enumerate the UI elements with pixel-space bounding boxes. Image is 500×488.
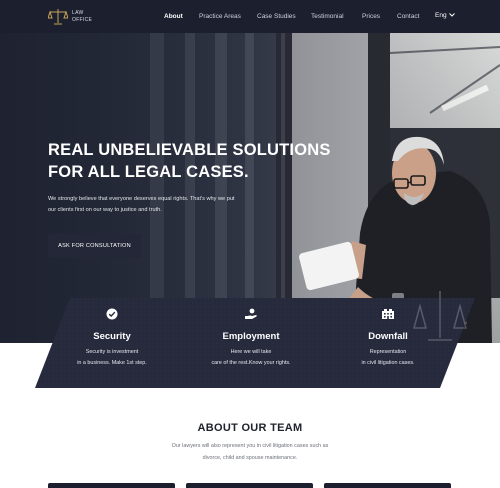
brand-line-2: OFFICE <box>72 16 93 23</box>
nav-about[interactable]: About <box>164 13 183 21</box>
feature-downfall-text-2: in civil litigation cases. <box>361 360 415 366</box>
chevron-down-icon <box>448 13 455 17</box>
nav-testimonial[interactable]: Testimonial <box>311 13 344 21</box>
feature-employment: Employment Here we will take care of the… <box>191 308 311 369</box>
feature-security-text-2: in a business. Make 1st step. <box>77 360 147 366</box>
about-team-title: ABOUT OUR TEAM <box>197 422 303 434</box>
hero-title-line-1: REAL UNBELIEVABLE SOLUTIONS <box>48 141 331 159</box>
nav-case-studies[interactable]: Case Studies <box>257 13 296 21</box>
hero-title: REAL UNBELIEVABLE SOLUTIONS FOR ALL LEGA… <box>48 139 348 183</box>
ask-for-consultation-button[interactable]: ASK FOR CONSULTATION <box>48 234 141 258</box>
feature-employment-text: Here we will take care of the rest.Know … <box>191 347 311 369</box>
feature-downfall-title: Downfall <box>368 331 408 342</box>
hero-title-line-2: FOR ALL LEGAL CASES. <box>48 163 249 181</box>
hero-photo <box>0 33 500 343</box>
feature-employment-text-1: Here we will take <box>230 349 272 355</box>
hero-section: REAL UNBELIEVABLE SOLUTIONS FOR ALL LEGA… <box>0 33 500 343</box>
nav-contact[interactable]: Contact <box>397 13 419 21</box>
feature-security-title: Security <box>93 331 131 342</box>
nav-practice-areas[interactable]: Practice Areas <box>199 13 241 21</box>
brand-logo[interactable]: LAW OFFICE <box>48 8 108 26</box>
hero-subtitle: We strongly believe that everyone deserv… <box>48 194 288 216</box>
feature-downfall: Downfall Representation in civil litigat… <box>328 308 448 369</box>
team-card[interactable] <box>186 483 313 488</box>
feature-security-text-1: Security is investment <box>85 349 139 355</box>
feature-security: Security Security is investment in a bus… <box>52 308 172 369</box>
language-label: Eng <box>435 12 447 19</box>
about-team-text-2: divorce, child and spouse maintenance. <box>202 455 298 461</box>
feature-downfall-text: Representation in civil litigation cases… <box>328 347 448 369</box>
check-circle-icon <box>106 308 118 320</box>
feature-employment-title: Employment <box>222 331 280 342</box>
about-team-text: Our lawyers will also represent you in c… <box>145 440 355 464</box>
top-navbar: LAW OFFICE About Practice Areas Case Stu… <box>0 0 500 33</box>
team-card[interactable] <box>48 483 175 488</box>
feature-downfall-text-1: Representation <box>369 349 407 355</box>
about-team-text-1: Our lawyers will also represent you in c… <box>171 443 329 449</box>
building-icon <box>382 309 394 319</box>
team-card[interactable] <box>324 483 451 488</box>
features-band: Security Security is investment in a bus… <box>0 298 500 388</box>
hero-subtitle-line-2: our clients first on our way to justice … <box>48 207 162 213</box>
hero-subtitle-line-1: We strongly believe that everyone deserv… <box>48 196 235 202</box>
hand-coin-icon <box>245 308 257 319</box>
feature-security-text: Security is investment in a business. Ma… <box>52 347 172 369</box>
feature-employment-text-2: care of the rest.Know your rights. <box>211 360 291 366</box>
language-selector[interactable]: Eng <box>435 12 455 20</box>
nav-prices[interactable]: Prices <box>362 13 380 21</box>
brand-name: LAW OFFICE <box>72 10 92 23</box>
scales-logo-icon <box>48 9 68 25</box>
